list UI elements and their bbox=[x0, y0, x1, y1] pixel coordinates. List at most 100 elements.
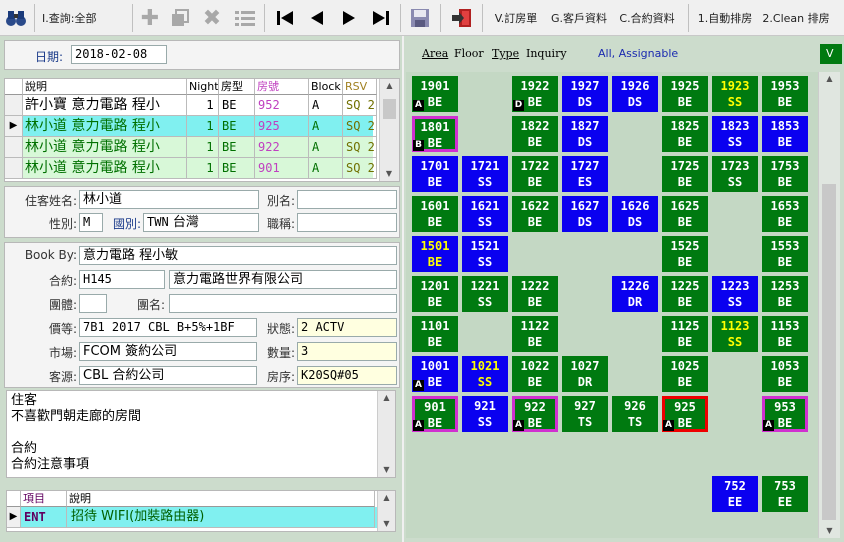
status-field[interactable]: 2 ACTV bbox=[297, 318, 397, 337]
col-type[interactable]: 房型 bbox=[219, 79, 255, 95]
room-tile[interactable]: 1225 BE bbox=[662, 276, 708, 312]
memo-scroll-down-icon[interactable]: ▼ bbox=[378, 463, 395, 477]
room-tile[interactable]: 1222 BE bbox=[512, 276, 558, 312]
col-night[interactable]: Night bbox=[187, 79, 219, 95]
source-field[interactable]: CBL 合約公司 bbox=[79, 366, 257, 385]
room-tile[interactable]: 1553 BE bbox=[762, 236, 808, 272]
memo-textarea[interactable]: 住客 不喜歡門朝走廊的房間 合約 合約注意事項 ▲ ▼ bbox=[6, 390, 396, 478]
room-tile[interactable]: 1101 BE bbox=[412, 316, 458, 352]
tab-area[interactable]: Area bbox=[422, 47, 448, 60]
contract-name-field[interactable]: 意力電路世界有限公司 bbox=[169, 270, 397, 289]
room-tile[interactable]: 1122 BE bbox=[512, 316, 558, 352]
room-tile[interactable]: 1253 BE bbox=[762, 276, 808, 312]
room-sequence-field[interactable]: K20SQ#05 bbox=[297, 366, 397, 385]
gender-field[interactable]: M bbox=[79, 213, 103, 232]
room-tile[interactable]: 1653 BE bbox=[762, 196, 808, 232]
room-tile[interactable]: 1021 SS bbox=[462, 356, 508, 392]
copy-icon[interactable] bbox=[168, 4, 192, 32]
scroll-up-icon[interactable]: ▲ bbox=[380, 79, 399, 93]
room-tile[interactable]: 1753 BE bbox=[762, 156, 808, 192]
item-scrollbar[interactable]: ▲ ▼ bbox=[377, 491, 395, 531]
date-field[interactable]: 2018-02-08 bbox=[71, 45, 167, 64]
room-tile[interactable]: 1926 DS bbox=[612, 76, 658, 112]
first-record-icon[interactable] bbox=[272, 4, 298, 32]
item-scroll-up-icon[interactable]: ▲ bbox=[378, 491, 395, 505]
col-item-desc[interactable]: 說明 bbox=[67, 491, 375, 507]
room-tile[interactable]: 1123 SS bbox=[712, 316, 758, 352]
memo-scrollbar[interactable]: ▲ ▼ bbox=[377, 391, 395, 477]
next-record-icon[interactable] bbox=[336, 4, 362, 32]
room-tile[interactable]: 1626 DS bbox=[612, 196, 658, 232]
room-tile[interactable]: 1725 BE bbox=[662, 156, 708, 192]
room-tile[interactable]: 1722 BE bbox=[512, 156, 558, 192]
room-tile[interactable]: 1853 BE bbox=[762, 116, 808, 152]
room-grid-scrollbar[interactable]: ▲ ▼ bbox=[818, 72, 840, 538]
delete-icon[interactable]: ✖ bbox=[200, 4, 224, 32]
room-tile[interactable]: 1521 SS bbox=[462, 236, 508, 272]
room-tile[interactable]: 1601 BE bbox=[412, 196, 458, 232]
col-block[interactable]: Block bbox=[309, 79, 343, 95]
item-scroll-down-icon[interactable]: ▼ bbox=[378, 517, 395, 531]
room-tile[interactable]: 1025 BE bbox=[662, 356, 708, 392]
room-tile[interactable]: 1622 BE bbox=[512, 196, 558, 232]
item-row[interactable]: ▶ ENT 招待 WIFI(加裝路由器) bbox=[7, 507, 377, 528]
room-tile[interactable]: 953 BE A bbox=[762, 396, 808, 432]
col-desc[interactable]: 說明 bbox=[23, 79, 187, 95]
room-tile[interactable]: 1625 BE bbox=[662, 196, 708, 232]
room-scroll-up-icon[interactable]: ▲ bbox=[819, 72, 840, 86]
room-tile[interactable]: 1827 DS bbox=[562, 116, 608, 152]
room-tile[interactable]: 1723 SS bbox=[712, 156, 758, 192]
room-tile[interactable]: 927 TS bbox=[562, 396, 608, 432]
room-tile[interactable]: 1901 BE A bbox=[412, 76, 458, 112]
room-tile[interactable]: 1621 SS bbox=[462, 196, 508, 232]
col-room[interactable]: 房號 bbox=[255, 79, 309, 95]
tab-type[interactable]: Type bbox=[492, 47, 519, 60]
guest-name-field[interactable]: 林小道 bbox=[79, 190, 259, 209]
memo-scroll-up-icon[interactable]: ▲ bbox=[378, 391, 395, 405]
room-tile[interactable]: 1927 DS bbox=[562, 76, 608, 112]
col-rsv[interactable]: RSV bbox=[343, 79, 377, 95]
room-tile[interactable]: 1721 SS bbox=[462, 156, 508, 192]
room-tile[interactable]: 922 BE A bbox=[512, 396, 558, 432]
room-tile[interactable]: 753 EE bbox=[762, 476, 808, 512]
view-tag[interactable]: V bbox=[820, 44, 842, 64]
room-tile[interactable]: 1922 BE D bbox=[512, 76, 558, 112]
col-item[interactable]: 項目 bbox=[21, 491, 67, 507]
auto-assign-button[interactable]: 1.自動排房 bbox=[694, 4, 756, 32]
job-title-field[interactable] bbox=[297, 213, 397, 232]
reservation-button[interactable]: V.訂房單 bbox=[488, 4, 544, 32]
room-tile[interactable]: 1053 BE bbox=[762, 356, 808, 392]
room-tile[interactable]: 1923 SS bbox=[712, 76, 758, 112]
room-tile[interactable]: 752 EE bbox=[712, 476, 758, 512]
room-tile[interactable]: 1221 SS bbox=[462, 276, 508, 312]
scroll-down-icon[interactable]: ▼ bbox=[380, 167, 398, 181]
room-tile[interactable]: 926 TS bbox=[612, 396, 658, 432]
prev-record-icon[interactable] bbox=[304, 4, 330, 32]
room-tile[interactable]: 1223 SS bbox=[712, 276, 758, 312]
room-scroll-thumb[interactable] bbox=[822, 184, 836, 520]
grid-scrollbar[interactable]: ▲ ▼ bbox=[379, 79, 399, 181]
room-tile[interactable]: 1822 BE bbox=[512, 116, 558, 152]
alias-field[interactable] bbox=[297, 190, 397, 209]
room-tile[interactable]: 1727 ES bbox=[562, 156, 608, 192]
room-tile[interactable]: 1022 BE bbox=[512, 356, 558, 392]
room-tile[interactable]: 1125 BE bbox=[662, 316, 708, 352]
room-tile[interactable]: 1953 BE bbox=[762, 76, 808, 112]
tab-floor[interactable]: Floor bbox=[454, 47, 484, 60]
room-tile[interactable]: 1627 DS bbox=[562, 196, 608, 232]
exit-icon[interactable] bbox=[448, 4, 476, 32]
room-scroll-down-icon[interactable]: ▼ bbox=[819, 524, 840, 538]
list-icon[interactable] bbox=[232, 4, 258, 32]
query-all-button[interactable]: I.查詢:全部 bbox=[42, 4, 112, 32]
room-tile[interactable]: 1925 BE bbox=[662, 76, 708, 112]
room-tile[interactable]: 921 SS bbox=[462, 396, 508, 432]
room-tile[interactable]: 1153 BE bbox=[762, 316, 808, 352]
add-icon[interactable]: ✚ bbox=[138, 4, 162, 32]
group-name-field[interactable] bbox=[169, 294, 397, 313]
room-tile[interactable]: 1226 DR bbox=[612, 276, 658, 312]
room-tile[interactable]: 1525 BE bbox=[662, 236, 708, 272]
quantity-field[interactable]: 3 bbox=[297, 342, 397, 361]
customer-data-button[interactable]: G.客戶資料 bbox=[546, 4, 612, 32]
room-tile[interactable]: 1027 DR bbox=[562, 356, 608, 392]
tab-inquiry[interactable]: Inquiry bbox=[526, 47, 567, 60]
